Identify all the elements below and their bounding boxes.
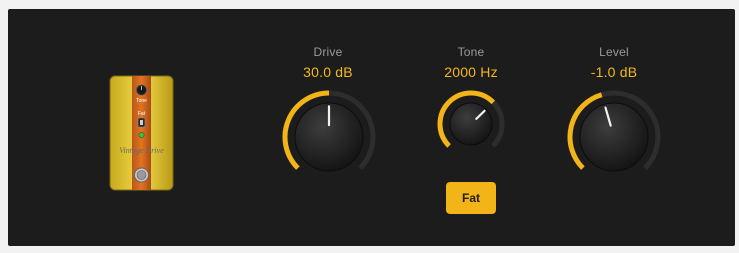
knob-body[interactable] [449,102,493,146]
knob-body[interactable] [579,102,649,172]
tone-value: 2000 Hz [444,64,498,80]
pedal-graphic: Tone Fat Vintage Drive [109,75,174,191]
pedal-logo: Vintage Drive [119,146,164,155]
pedal-image: Tone Fat Vintage Drive [109,75,174,191]
drive-label: Drive [313,45,343,59]
level-label: Level [599,45,629,59]
pedal-fat-label: Fat [138,111,146,117]
plugin-panel: Tone Fat Vintage Drive Drive 30.0 dB Ton… [8,9,735,246]
drive-value: 30.0 dB [303,64,353,80]
fat-button[interactable]: Fat [446,182,496,214]
level-knob[interactable] [566,89,662,185]
tone-knob[interactable] [436,89,506,159]
level-value: -1.0 dB [590,64,638,80]
pedal-tone-label: Tone [136,98,147,104]
drive-knob[interactable] [281,89,377,185]
tone-label: Tone [457,45,485,59]
